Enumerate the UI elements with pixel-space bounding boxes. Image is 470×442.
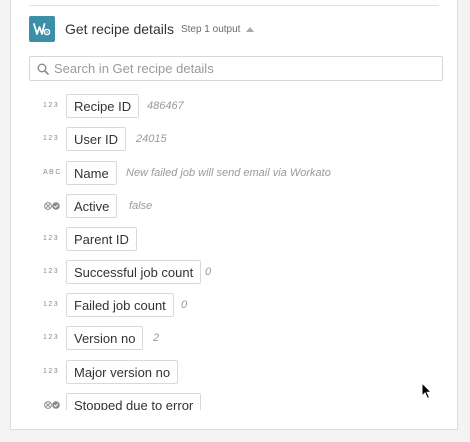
output-field: 123 Recipe ID 486467 (11, 94, 457, 118)
sample-value: 486467 (147, 100, 184, 112)
datapill[interactable]: Version no (66, 326, 144, 350)
output-field: 123 Successful job count 0 (11, 260, 457, 284)
step-subtitle: Step 1 output (180, 23, 241, 35)
datapill[interactable]: Failed job count (66, 293, 174, 317)
step-header[interactable]: Get recipe details Step 1 output (29, 16, 255, 42)
output-field-list: 123 Recipe ID 486467 123 User ID 24015 A… (11, 92, 457, 410)
type-number-label: 123 (43, 135, 60, 142)
collapse-caret-icon[interactable] (246, 26, 255, 32)
boolean-type-icon (44, 202, 60, 210)
output-field: 123 Major version no (11, 360, 457, 384)
type-number-label: 123 (43, 268, 60, 275)
output-field: ABC Name New failed job will send email … (11, 161, 457, 185)
recipe-output-panel: Get recipe details Step 1 output 123 Rec… (10, 0, 458, 430)
sample-value: 0 (205, 266, 212, 278)
type-text-label: ABC (43, 169, 62, 176)
sample-value: New failed job will send email via Worka… (126, 167, 331, 179)
datapill[interactable]: Active (66, 194, 118, 218)
sample-value: 24015 (136, 133, 167, 145)
datapill[interactable]: Stopped due to error (66, 393, 202, 410)
divider (29, 5, 439, 6)
datapill[interactable]: Recipe ID (66, 94, 140, 118)
sample-value: false (129, 200, 153, 212)
step-title: Get recipe details (65, 21, 174, 37)
datapill[interactable]: Name (66, 161, 117, 185)
type-number-label: 123 (43, 368, 60, 375)
type-number-label: 123 (43, 102, 60, 109)
output-field: 123 User ID 24015 (11, 127, 457, 151)
search-box[interactable] (29, 56, 443, 81)
search-icon (37, 63, 49, 75)
sample-value: 0 (181, 299, 188, 311)
type-number-label: 123 (43, 334, 60, 341)
type-number-label: 123 (43, 301, 60, 308)
workato-logo-icon (29, 16, 55, 42)
search-input[interactable] (54, 61, 424, 76)
datapill[interactable]: Successful job count (66, 260, 202, 284)
datapill[interactable]: Parent ID (66, 227, 137, 251)
mouse-pointer-icon (421, 382, 433, 400)
output-field: Active false (11, 194, 457, 218)
output-field: 123 Failed job count 0 (11, 293, 457, 317)
sample-value: 2 (153, 332, 160, 344)
type-number-label: 123 (43, 235, 60, 242)
datapill[interactable]: User ID (66, 127, 127, 151)
output-field: 123 Parent ID (11, 227, 457, 251)
output-field: 123 Version no 2 (11, 326, 457, 350)
datapill[interactable]: Major version no (66, 360, 179, 384)
boolean-type-icon (44, 401, 60, 409)
output-field: Stopped due to error (11, 393, 457, 410)
